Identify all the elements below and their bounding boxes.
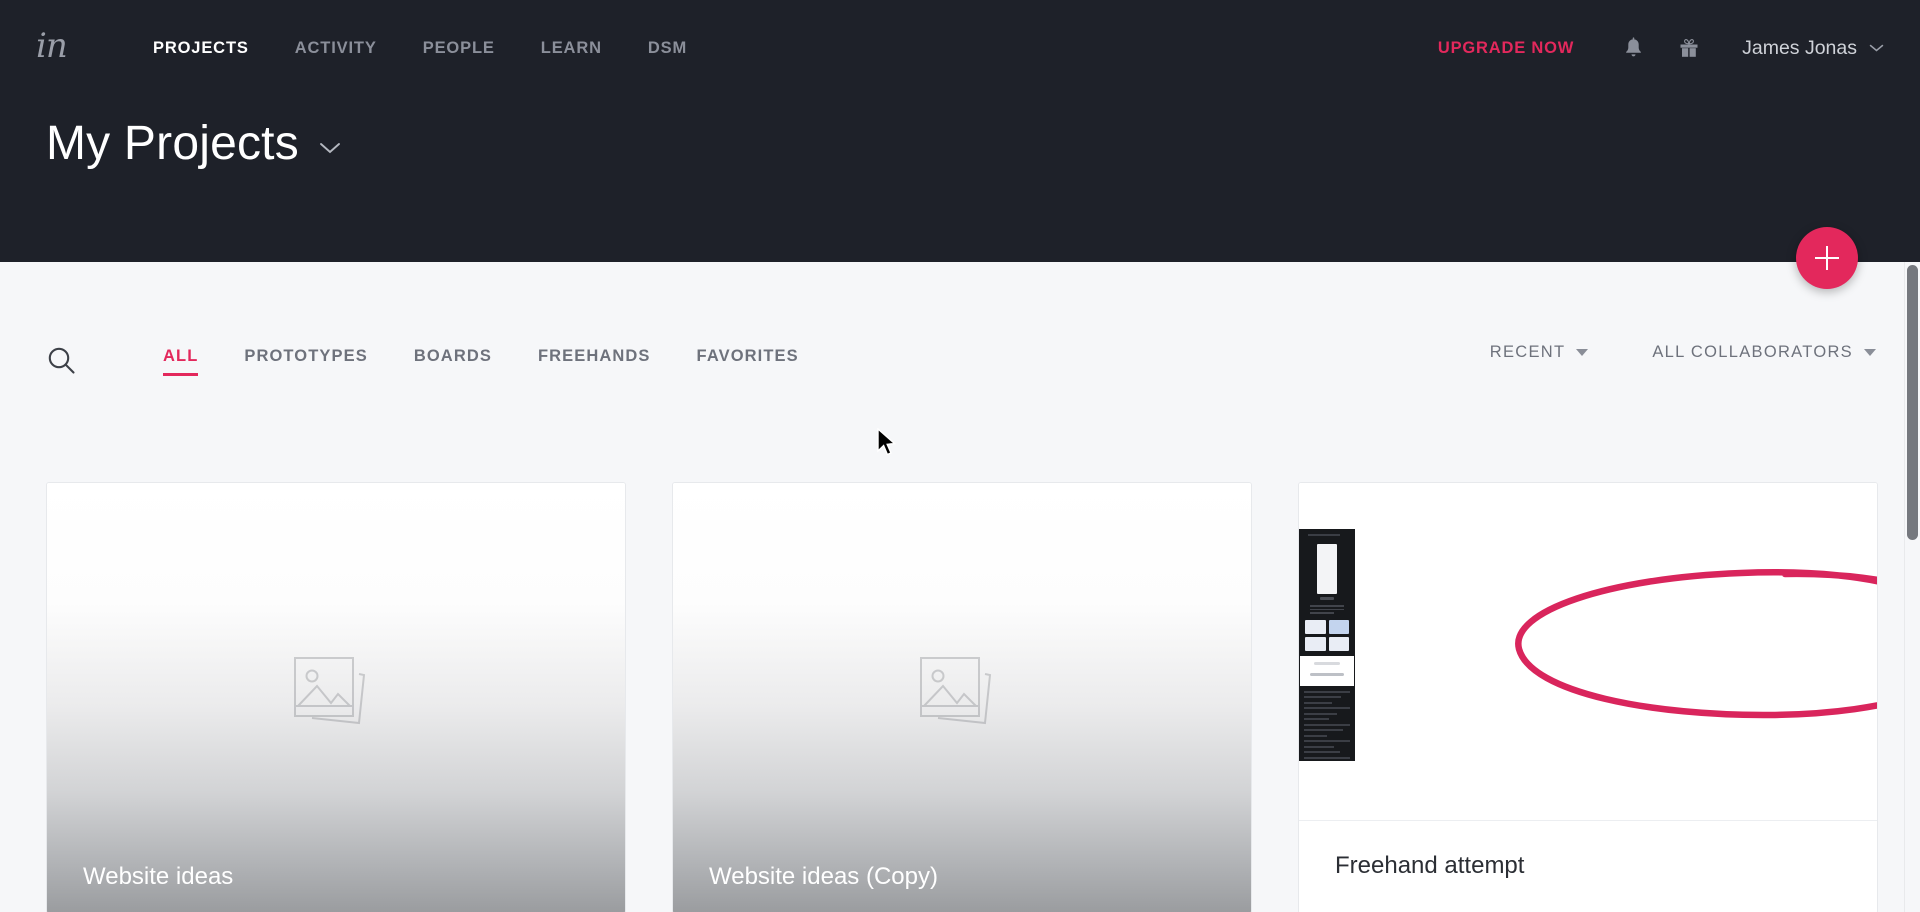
nav-item-activity[interactable]: ACTIVITY [272,39,400,58]
image-placeholder-icon [919,656,1005,741]
sort-dropdown[interactable]: RECENT [1490,343,1589,362]
vertical-scrollbar-thumb[interactable] [1907,265,1918,540]
upgrade-now-button[interactable]: UPGRADE NOW [1438,39,1574,58]
navbar-right-group: UPGRADE NOW James Jonas [1438,0,1884,96]
chevron-down-icon[interactable] [1869,43,1884,53]
tab-all[interactable]: ALL [140,340,221,390]
tab-favorites[interactable]: FAVORITES [674,340,822,390]
collaborators-dropdown[interactable]: ALL COLLABORATORS [1652,343,1876,362]
nav-item-people[interactable]: PEOPLE [400,39,518,58]
bell-icon[interactable] [1616,31,1650,65]
search-icon[interactable] [44,343,78,377]
user-menu-button[interactable]: James Jonas [1742,37,1857,60]
top-navbar: in PROJECTS ACTIVITY PEOPLE LEARN DSM UP… [0,0,1920,96]
tab-freehands[interactable]: FREEHANDS [515,340,674,390]
freehand-screenshot-thumbnail [1299,529,1355,761]
mouse-cursor-arrow-pointer [876,427,898,463]
chevron-down-icon[interactable] [319,141,341,155]
page-title-group: My Projects [46,120,341,168]
project-card-title: Website ideas (Copy) [709,863,938,890]
project-card[interactable]: Freehand attempt [1298,482,1878,912]
caret-down-icon [1576,349,1589,356]
invision-projects-page: in PROJECTS ACTIVITY PEOPLE LEARN DSM UP… [0,0,1920,912]
project-type-tabs: ALL PROTOTYPES BOARDS FREEHANDS FAVORITE… [140,340,822,390]
nav-item-learn[interactable]: LEARN [518,39,625,58]
primary-nav: PROJECTS ACTIVITY PEOPLE LEARN DSM [130,39,710,58]
sort-dropdown-label: RECENT [1489,343,1566,361]
project-card[interactable]: Website ideas (Copy) [672,482,1252,912]
project-card-footer: Freehand attempt [1299,821,1877,911]
caret-down-icon [1864,349,1876,356]
create-new-button[interactable] [1796,227,1858,289]
projects-filter-bar: ALL PROTOTYPES BOARDS FREEHANDS FAVORITE… [0,340,1920,410]
project-thumbnail: Website ideas (Copy) [673,483,1251,912]
tab-boards[interactable]: BOARDS [391,340,515,390]
nav-item-dsm[interactable]: DSM [625,39,710,58]
project-card[interactable]: Website ideas [46,482,626,912]
page-header: in PROJECTS ACTIVITY PEOPLE LEARN DSM UP… [0,0,1920,262]
projects-grid: Website ideas Website ideas (Copy) Freeh… [46,482,1886,912]
pink-hand-drawn-ellipse [1515,569,1877,719]
gift-icon[interactable] [1672,31,1706,65]
filter-controls: RECENT ALL COLLABORATORS [1426,343,1876,362]
nav-item-projects[interactable]: PROJECTS [130,39,272,58]
project-card-title: Freehand attempt [1335,852,1525,879]
invision-logo-icon[interactable]: in [36,29,78,67]
project-thumbnail: Website ideas [47,483,625,912]
collaborators-dropdown-label: ALL COLLABORATORS [1652,343,1853,361]
tab-prototypes[interactable]: PROTOTYPES [221,340,390,390]
project-thumbnail [1299,483,1877,821]
image-placeholder-icon [293,656,379,741]
page-title: My Projects [46,117,299,170]
project-card-title: Website ideas [83,863,234,890]
